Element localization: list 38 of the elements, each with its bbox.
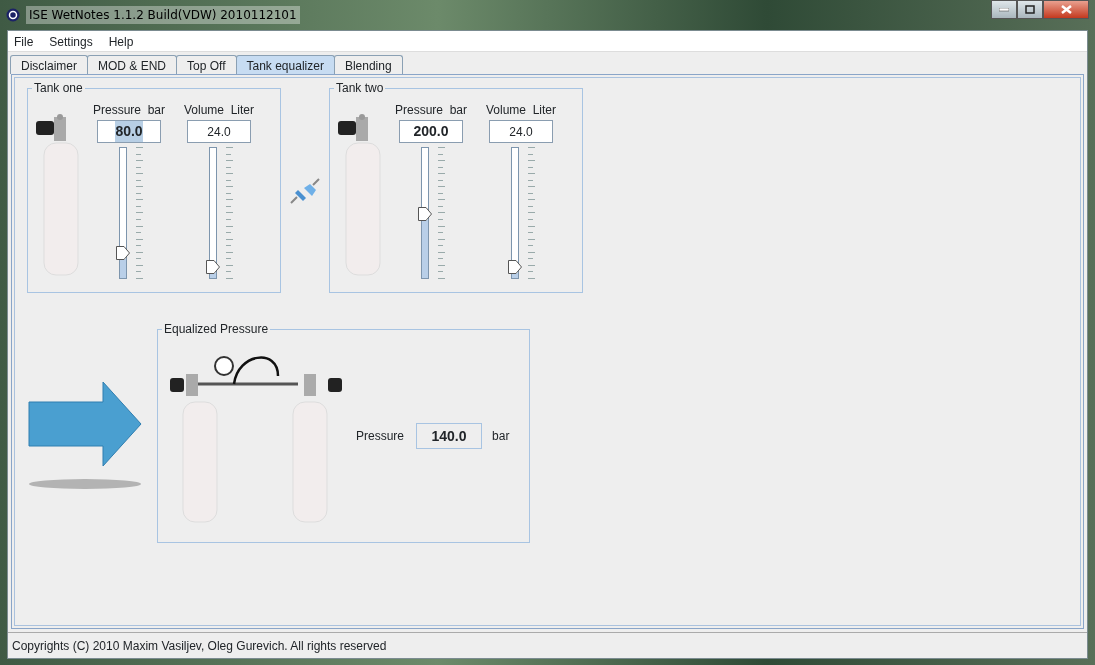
volume-field[interactable]: 24.0 (187, 120, 251, 143)
panel-title: Tank two (334, 81, 386, 95)
window-title: ISE WetNotes 1.1.2 Build(VDW) 2010112101 (26, 6, 300, 24)
equalized-pressure-value: 140.0 (416, 423, 483, 449)
slider-fill (119, 258, 126, 278)
menu-item[interactable]: Settings (49, 33, 93, 49)
minimize-button[interactable] (991, 0, 1017, 19)
tab[interactable]: Top Off (176, 55, 237, 74)
tab[interactable]: Blending (333, 55, 403, 74)
volume-field[interactable]: 24.0 (489, 120, 553, 143)
app-icon (6, 8, 20, 22)
slider-thumb[interactable] (115, 245, 130, 260)
pressure-field[interactable]: 80.0 (97, 120, 161, 143)
field-label: Volume Liter (183, 103, 254, 117)
field-label: Pressure bar (93, 103, 165, 117)
pressure-field[interactable]: 200.0 (399, 120, 463, 143)
field-label: Volume Liter (485, 103, 556, 117)
close-icon (1060, 5, 1072, 14)
slider-fill (421, 220, 428, 278)
minimize-icon (999, 7, 1009, 12)
maximize-button[interactable] (1017, 0, 1043, 19)
pressure-label: Pressure (356, 428, 405, 445)
panel-title: Equalized Pressure (162, 322, 271, 336)
unit-label: bar (492, 428, 510, 445)
connector-icon (289, 176, 321, 205)
slider-thumb[interactable] (507, 260, 522, 275)
menu-item[interactable]: File (14, 33, 34, 49)
menu-item[interactable]: Help (108, 33, 134, 49)
maximize-icon (1025, 5, 1035, 14)
status-text: Copyrights (C) 2010 Maxim Vasiljev, Oleg Gurevich. All rights reserved (12, 637, 387, 655)
right-arrow-icon (27, 380, 143, 492)
tab[interactable]: Tank equalizer (235, 55, 335, 74)
tab[interactable]: Disclaimer (10, 55, 88, 74)
slider-thumb[interactable] (205, 260, 220, 275)
panel-title: Tank one (32, 81, 85, 95)
field-label: Pressure bar (395, 103, 467, 117)
slider-thumb[interactable] (417, 207, 432, 222)
close-button[interactable] (1043, 0, 1089, 19)
